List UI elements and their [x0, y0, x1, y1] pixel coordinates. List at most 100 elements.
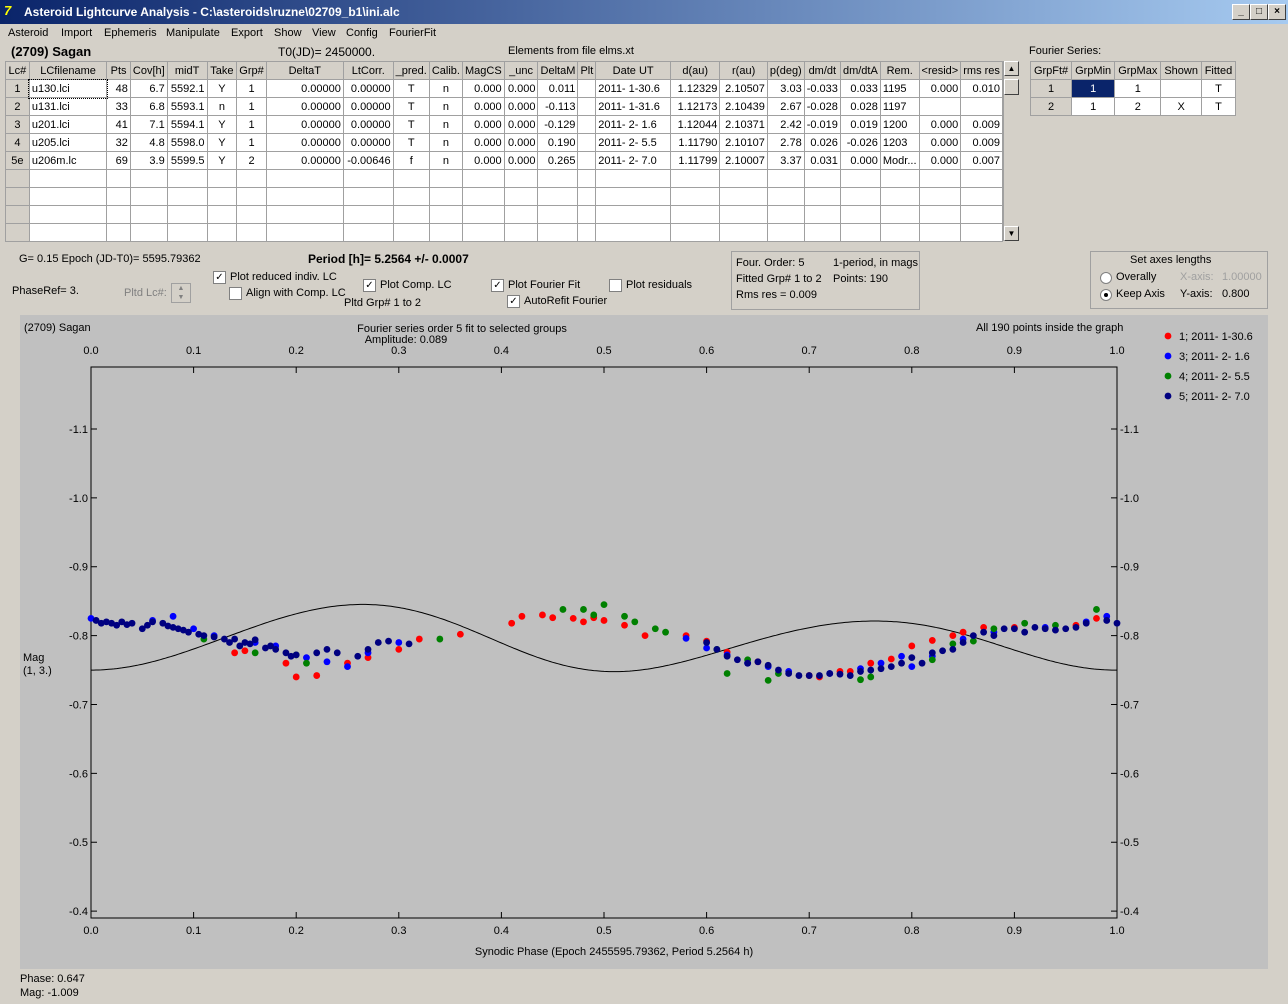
scroll-up-button[interactable]: ▲ [1004, 61, 1019, 76]
menu-ephemeris[interactable]: Ephemeris [104, 27, 157, 39]
fourier-column-header[interactable]: GrpMin [1071, 61, 1116, 80]
fourier-column-header[interactable]: Fitted [1200, 61, 1237, 80]
table-cell[interactable] [803, 223, 841, 242]
table-cell[interactable] [461, 187, 505, 206]
table-cell[interactable] [577, 223, 597, 242]
table-cell[interactable]: T [392, 79, 430, 98]
menu-view[interactable]: View [312, 27, 336, 39]
table-cell[interactable] [5, 223, 30, 242]
table-cell[interactable]: 2.67 [766, 97, 805, 116]
table-cell[interactable] [537, 205, 579, 224]
table-cell[interactable] [839, 187, 881, 206]
table-cell[interactable] [342, 205, 394, 224]
column-header[interactable]: Calib. [428, 61, 463, 80]
table-cell[interactable] [766, 205, 805, 224]
table-cell[interactable]: 1 [236, 79, 267, 98]
table-cell[interactable]: n [428, 133, 463, 152]
table-cell[interactable]: -0.129 [537, 115, 579, 134]
table-cell[interactable] [839, 223, 881, 242]
table-cell[interactable] [166, 187, 208, 206]
table-cell[interactable]: 5598.0 [166, 133, 208, 152]
table-cell[interactable] [503, 205, 539, 224]
table-cell[interactable]: 2011- 2- 7.0 [595, 151, 672, 170]
table-cell[interactable] [577, 151, 597, 170]
empty-table-row[interactable] [5, 205, 1003, 224]
table-cell[interactable]: 0.031 [803, 151, 841, 170]
table-cell[interactable]: 1200 [879, 115, 920, 134]
menu-import[interactable]: Import [61, 27, 92, 39]
table-cell[interactable]: 1.12329 [670, 79, 721, 98]
table-row[interactable]: 1 u130.lci 48 6.7 5592.1 Y 1 0.00000 0.00000 Tn 0.… [5, 78, 1003, 99]
table-cell[interactable]: T [392, 115, 430, 134]
column-header[interactable]: Pts [106, 61, 131, 80]
close-button[interactable]: × [1268, 4, 1286, 20]
table-row[interactable]: 3 u201.lci 41 7.1 5594.1 Y 1 0.00000 0.00000 Tn 0.… [5, 115, 1003, 134]
table-cell[interactable] [879, 223, 920, 242]
fourier-column-header[interactable]: GrpFt# [1029, 61, 1073, 80]
table-cell[interactable] [342, 187, 394, 206]
table-cell[interactable] [461, 205, 505, 224]
table-cell[interactable] [129, 169, 168, 188]
table-cell[interactable]: 5593.1 [166, 97, 208, 116]
table-cell[interactable]: 5599.5 [166, 151, 208, 170]
table-cell[interactable]: u206m.lc [28, 151, 108, 170]
table-cell[interactable]: 2.10371 [719, 115, 768, 134]
fourier-row[interactable]: 212XT [1029, 97, 1237, 116]
table-cell[interactable]: 32 [106, 133, 131, 152]
table-cell[interactable] [392, 187, 430, 206]
table-cell[interactable]: -0.113 [537, 97, 579, 116]
table-cell[interactable] [5, 205, 30, 224]
table-cell[interactable]: 0.009 [960, 115, 1003, 134]
column-header[interactable]: d(au) [670, 61, 721, 80]
plot-residuals-checkbox[interactable] [609, 279, 622, 292]
table-cell[interactable]: 2.10007 [719, 151, 768, 170]
table-cell[interactable]: 0.190 [537, 133, 579, 152]
column-header[interactable]: <resid> [918, 61, 962, 80]
table-cell[interactable] [839, 169, 881, 188]
table-cell[interactable] [960, 205, 1003, 224]
table-cell[interactable] [577, 133, 597, 152]
fourier-cell[interactable]: 1 [1114, 79, 1162, 98]
table-cell[interactable] [265, 169, 344, 188]
table-cell[interactable]: 0.000 [461, 115, 505, 134]
table-cell[interactable]: 41 [106, 115, 131, 134]
table-cell[interactable] [879, 187, 920, 206]
maximize-button[interactable]: □ [1250, 4, 1268, 20]
table-cell[interactable] [918, 205, 962, 224]
column-header[interactable]: DeltaT [265, 61, 344, 80]
fourier-cell[interactable]: X [1160, 97, 1202, 116]
table-cell[interactable] [392, 205, 430, 224]
table-cell[interactable]: 0.00000 [265, 97, 344, 116]
table-cell[interactable]: -0.019 [803, 115, 841, 134]
column-header[interactable]: Date UT [595, 61, 672, 80]
column-header[interactable]: Rem. [879, 61, 920, 80]
table-scrollbar[interactable]: ▲ ▼ [1003, 61, 1020, 241]
table-cell[interactable]: n [428, 79, 463, 98]
table-cell[interactable]: -0.033 [803, 79, 841, 98]
table-cell[interactable]: 0.028 [839, 97, 881, 116]
table-cell[interactable]: 2011- 1-30.6 [595, 79, 672, 98]
table-cell[interactable] [803, 205, 841, 224]
table-cell[interactable]: 2011- 1-31.6 [595, 97, 672, 116]
table-cell[interactable] [577, 97, 597, 116]
table-cell[interactable] [206, 169, 238, 188]
table-cell[interactable] [392, 223, 430, 242]
table-cell[interactable]: 0.00000 [342, 79, 394, 98]
table-cell[interactable] [595, 223, 672, 242]
table-cell[interactable]: 0.000 [503, 97, 539, 116]
table-cell[interactable] [166, 205, 208, 224]
table-cell[interactable]: 1 [236, 115, 267, 134]
table-cell[interactable]: 33 [106, 97, 131, 116]
table-cell[interactable]: 0.007 [960, 151, 1003, 170]
table-cell[interactable] [28, 205, 108, 224]
column-header[interactable]: dm/dt [803, 61, 841, 80]
overally-radio[interactable] [1100, 272, 1112, 284]
table-cell[interactable]: 0.00000 [265, 133, 344, 152]
table-cell[interactable] [166, 169, 208, 188]
table-cell[interactable] [5, 187, 30, 206]
table-cell[interactable] [577, 115, 597, 134]
table-cell[interactable] [236, 187, 267, 206]
column-header[interactable]: p(deg) [766, 61, 805, 80]
table-cell[interactable]: Modr... [879, 151, 920, 170]
table-cell[interactable]: 0.000 [503, 151, 539, 170]
